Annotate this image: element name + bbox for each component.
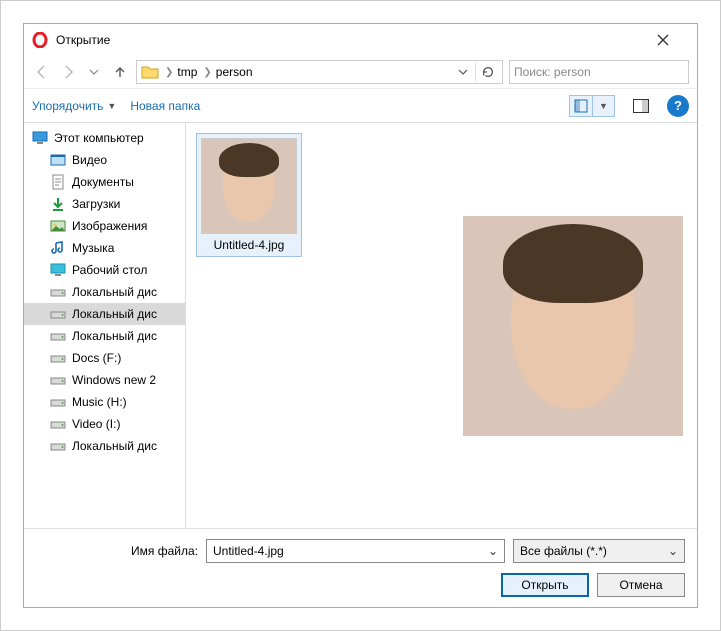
breadcrumb-segment[interactable]: ❯ tmp [165,65,197,79]
drive-icon [50,394,66,410]
tree-item[interactable]: Video (I:) [24,413,185,435]
file-item[interactable]: Untitled-4.jpg [196,133,302,257]
tree-item[interactable]: Windows new 2 [24,369,185,391]
help-button[interactable]: ? [667,95,689,117]
tree-item-label: Video (I:) [72,417,120,431]
breadcrumb-label: tmp [177,65,197,79]
open-button-label: Открыть [521,578,568,592]
file-name-label: Untitled-4.jpg [214,238,285,252]
tree-item-label: Docs (F:) [72,351,121,365]
images-icon [50,218,66,234]
address-bar[interactable]: ❯ tmp ❯ person [136,60,503,84]
nav-row: ❯ tmp ❯ person [24,56,697,88]
tree-item[interactable]: Музыка [24,237,185,259]
drive-icon [50,416,66,432]
chevron-down-icon[interactable]: ⌄ [484,544,502,558]
window-title: Открытие [56,33,657,47]
computer-icon [32,130,48,146]
recent-dropdown[interactable] [84,62,104,82]
tree-item-label: Видео [72,153,107,167]
drive-icon [50,372,66,388]
preview-image [463,216,683,436]
filter-label: Все файлы (*.*) [520,544,607,558]
file-type-filter[interactable]: Все файлы (*.*) ⌄ [513,539,685,563]
drive-icon [50,306,66,322]
breadcrumb-label: person [216,65,253,79]
filename-value: Untitled-4.jpg [213,544,284,558]
music-icon [50,240,66,256]
tree-item-label: Изображения [72,219,147,233]
opera-icon [32,32,48,48]
chevron-right-icon: ❯ [165,67,173,78]
tree-item[interactable]: Локальный дис [24,281,185,303]
drive-icon [50,438,66,454]
video-icon [50,152,66,168]
docs-icon [50,174,66,190]
search-placeholder: Поиск: person [514,65,591,79]
tree-item-label: Музыка [72,241,114,255]
tree-item-label: Документы [72,175,134,189]
downloads-icon [50,196,66,212]
drive-icon [50,284,66,300]
tree-item-label: Windows new 2 [72,373,156,387]
drive-icon [50,350,66,366]
view-mode-control[interactable]: ▼ [569,95,615,117]
breadcrumb-segment[interactable]: ❯ person [203,65,252,79]
folder-icon [141,63,159,81]
tree-item-label: Локальный дис [72,307,157,321]
cancel-button[interactable]: Отмена [597,573,685,597]
chevron-right-icon: ❯ [203,67,211,78]
chevron-down-icon: ▼ [599,101,608,111]
tree-item-label: Локальный дис [72,285,157,299]
file-thumbnail [201,138,297,234]
view-icon[interactable] [570,96,592,116]
tree-item[interactable]: Рабочий стол [24,259,185,281]
tree-item[interactable]: Видео [24,149,185,171]
tree-item[interactable]: Документы [24,171,185,193]
tree-item[interactable]: Локальный дис [24,303,185,325]
chevron-down-icon: ▼ [107,101,116,111]
tree-item[interactable]: Изображения [24,215,185,237]
forward-button[interactable] [58,62,78,82]
footer: Имя файла: Untitled-4.jpg ⌄ Все файлы (*… [24,528,697,607]
tree-item[interactable]: Локальный дис [24,325,185,347]
file-list[interactable]: Untitled-4.jpg [186,123,457,528]
organize-label: Упорядочить [32,99,103,113]
chevron-down-icon[interactable]: ⌄ [664,544,682,558]
titlebar: Открытие [24,24,697,56]
open-button[interactable]: Открыть [501,573,589,597]
tree-item-label: Локальный дис [72,439,157,453]
organize-menu[interactable]: Упорядочить ▼ [32,99,116,113]
preview-pane-toggle[interactable] [629,95,653,117]
new-folder-button[interactable]: Новая папка [130,99,200,113]
tree-item-label: Загрузки [72,197,120,211]
tree-item[interactable]: Music (H:) [24,391,185,413]
cancel-button-label: Отмена [619,578,662,592]
toolbar: Упорядочить ▼ Новая папка ▼ ? [24,88,697,122]
address-dropdown[interactable] [453,62,473,82]
view-dropdown[interactable]: ▼ [592,96,614,116]
drive-icon [50,328,66,344]
tree-item[interactable]: Локальный дис [24,435,185,457]
nav-tree: Этот компьютер Видео Документы Загрузки Изо… [24,123,186,528]
tree-root-this-pc[interactable]: Этот компьютер [24,127,185,149]
close-button[interactable] [657,34,689,46]
filename-input[interactable]: Untitled-4.jpg ⌄ [206,539,505,563]
preview-pane [457,123,697,528]
tree-label: Этот компьютер [54,131,144,145]
tree-item-label: Локальный дис [72,329,157,343]
tree-item[interactable]: Загрузки [24,193,185,215]
up-button[interactable] [110,62,130,82]
tree-item-label: Music (H:) [72,395,127,409]
tree-item-label: Рабочий стол [72,263,147,277]
refresh-button[interactable] [478,62,498,82]
tree-item[interactable]: Docs (F:) [24,347,185,369]
search-input[interactable]: Поиск: person [509,60,689,84]
desktop-icon [50,262,66,278]
filename-label: Имя файла: [36,544,198,558]
back-button[interactable] [32,62,52,82]
